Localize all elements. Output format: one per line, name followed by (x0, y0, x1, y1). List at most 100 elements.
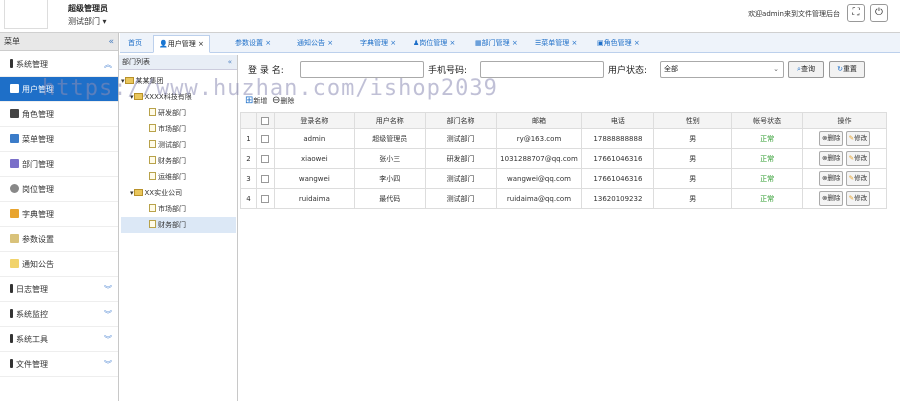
sidebar-item-roles[interactable]: 角色管理 (0, 102, 118, 127)
cell-dept: 研发部门 (424, 148, 497, 169)
tab-dict[interactable]: 字典管理 × (355, 35, 401, 53)
cell-email: ry@163.com (495, 128, 583, 149)
row-delete-button[interactable]: ⊗删除 (818, 131, 844, 146)
close-icon[interactable]: × (265, 39, 271, 47)
column-header[interactable]: 电话 (581, 112, 655, 129)
close-icon[interactable]: × (572, 39, 578, 47)
tree-node-label: 财务部门 (158, 221, 186, 229)
tree-node-test[interactable]: 测试部门 (121, 137, 236, 153)
row-edit-button[interactable]: ✎修改 (845, 151, 871, 166)
row-delete-label: 删除 (827, 174, 841, 182)
sidebar-item-files[interactable]: 文件管理 ︾ (0, 352, 118, 377)
row-delete-label: 删除 (827, 154, 841, 162)
tab-label: 岗位管理 (419, 39, 448, 47)
tab-notice[interactable]: 通知公告 × (292, 35, 338, 53)
table-row[interactable]: 3 wangwei 李小四 测试部门 wangwei@qq.com 176610… (240, 168, 887, 189)
row-edit-button[interactable]: ✎修改 (845, 171, 871, 186)
tree-node-market-2[interactable]: 市场部门 (121, 201, 236, 217)
row-checkbox[interactable] (255, 188, 275, 209)
tab-params[interactable]: 参数设置 × (230, 35, 276, 53)
tab-posts[interactable]: ♟岗位管理 × (408, 35, 460, 53)
row-delete-button[interactable]: ⊗删除 (818, 151, 844, 166)
file-icon (149, 124, 156, 132)
post-icon (10, 184, 19, 193)
table-row[interactable]: 4 ruidaima 最代码 测试部门 ruidaima@qq.com 1362… (240, 188, 887, 209)
row-edit-button[interactable]: ✎修改 (845, 191, 871, 206)
sidebar-item-depts[interactable]: 部门管理 (0, 152, 118, 177)
column-header[interactable]: 用户名称 (353, 112, 426, 129)
role-icon: ▣ (597, 39, 604, 47)
cell-dept: 测试部门 (424, 168, 497, 189)
tab-home[interactable]: 首页 (123, 35, 147, 53)
fullscreen-icon: ⛶ (852, 7, 860, 18)
tree-node-rd[interactable]: 研发部门 (121, 105, 236, 121)
file-icon (149, 172, 156, 180)
tab-depts[interactable]: ▦部门管理 × (470, 35, 523, 53)
sidebar-item-logs[interactable]: 日志管理 ︾ (0, 277, 118, 302)
tree-node-ops[interactable]: 运维部门 (121, 169, 236, 185)
watermark-text: https://www.huzhan.com/ishop2039 (42, 76, 498, 101)
sidebar-item-params[interactable]: 参数设置 (0, 227, 118, 252)
avatar[interactable] (4, 0, 48, 29)
close-icon[interactable]: × (634, 39, 640, 47)
row-checkbox[interactable] (255, 148, 275, 169)
column-header[interactable]: 部门名称 (424, 112, 497, 129)
table-row[interactable]: 2 xiaowei 张小三 研发部门 1031288707@qq.com 176… (240, 148, 887, 169)
column-header[interactable]: 登录名称 (273, 112, 355, 129)
cell-login: ruidaima (273, 188, 355, 209)
user-dept-dropdown[interactable]: 测试部门 ▾ (68, 16, 107, 27)
cell-login: wangwei (273, 168, 355, 189)
row-edit-button[interactable]: ✎修改 (845, 131, 871, 146)
tree-node-label: 市场部门 (158, 205, 186, 213)
table-row[interactable]: 1 admin 超级管理员 测试部门 ry@163.com 1788888888… (240, 128, 887, 149)
vertical-dots-icon (10, 359, 13, 368)
row-delete-button[interactable]: ⊗删除 (818, 191, 844, 206)
tree-node-industry[interactable]: ▾ XX实业公司 (121, 185, 236, 201)
close-icon[interactable]: × (512, 39, 518, 47)
sidebar-item-menus[interactable]: 菜单管理 (0, 127, 118, 152)
sidebar-item-label: 文件管理 (16, 360, 48, 369)
sidebar-item-tools[interactable]: 系统工具 ︾ (0, 327, 118, 352)
column-header[interactable]: 邮箱 (495, 112, 583, 129)
collapse-left-icon[interactable]: « (228, 55, 232, 70)
file-icon (149, 204, 156, 212)
sidebar-item-label: 字典管理 (22, 210, 54, 219)
phone-input[interactable] (480, 61, 604, 78)
row-checkbox[interactable] (255, 168, 275, 189)
tree-node-finance-2[interactable]: 财务部门 (121, 217, 236, 233)
query-button[interactable]: ⌕查询 (788, 61, 824, 78)
tab-menus[interactable]: ☰菜单管理 × (530, 35, 582, 53)
sidebar-item-dict[interactable]: 字典管理 (0, 202, 118, 227)
logout-button[interactable]: ⏻ (870, 4, 888, 22)
row-checkbox[interactable] (255, 128, 275, 149)
tree-node-finance[interactable]: 财务部门 (121, 153, 236, 169)
sidebar-item-monitor[interactable]: 系统监控 ︾ (0, 302, 118, 327)
select-all-checkbox[interactable] (255, 112, 275, 129)
sidebar-item-system[interactable]: 系统管理 ︽ (0, 52, 118, 77)
collapse-left-icon[interactable]: « (108, 33, 114, 51)
sidebar-header: 菜单 « (0, 33, 118, 51)
tab-users[interactable]: 👤用户管理 × (153, 35, 210, 53)
tab-roles[interactable]: ▣角色管理 × (592, 35, 645, 53)
department-icon: ▦ (475, 39, 482, 47)
role-icon (10, 109, 19, 118)
column-header[interactable]: 性别 (653, 112, 733, 129)
close-icon[interactable]: × (327, 39, 333, 47)
user-icon (10, 84, 19, 93)
status-select[interactable]: 全部 ⌄ (660, 61, 784, 78)
notice-icon (10, 259, 19, 268)
sidebar-item-posts[interactable]: 岗位管理 (0, 177, 118, 202)
chevron-up-icon: ︽ (104, 60, 112, 69)
cell-email: wangwei@qq.com (495, 168, 583, 189)
sidebar-item-notice[interactable]: 通知公告 (0, 252, 118, 277)
dictionary-icon (10, 209, 19, 218)
column-header[interactable]: 帐号状态 (731, 112, 804, 129)
close-icon[interactable]: × (198, 40, 204, 48)
reset-button[interactable]: ↻重置 (829, 61, 865, 78)
row-delete-button[interactable]: ⊗删除 (818, 171, 844, 186)
params-icon (10, 234, 19, 243)
fullscreen-button[interactable]: ⛶ (847, 4, 865, 22)
close-icon[interactable]: × (390, 39, 396, 47)
tree-node-market[interactable]: 市场部门 (121, 121, 236, 137)
close-icon[interactable]: × (450, 39, 456, 47)
